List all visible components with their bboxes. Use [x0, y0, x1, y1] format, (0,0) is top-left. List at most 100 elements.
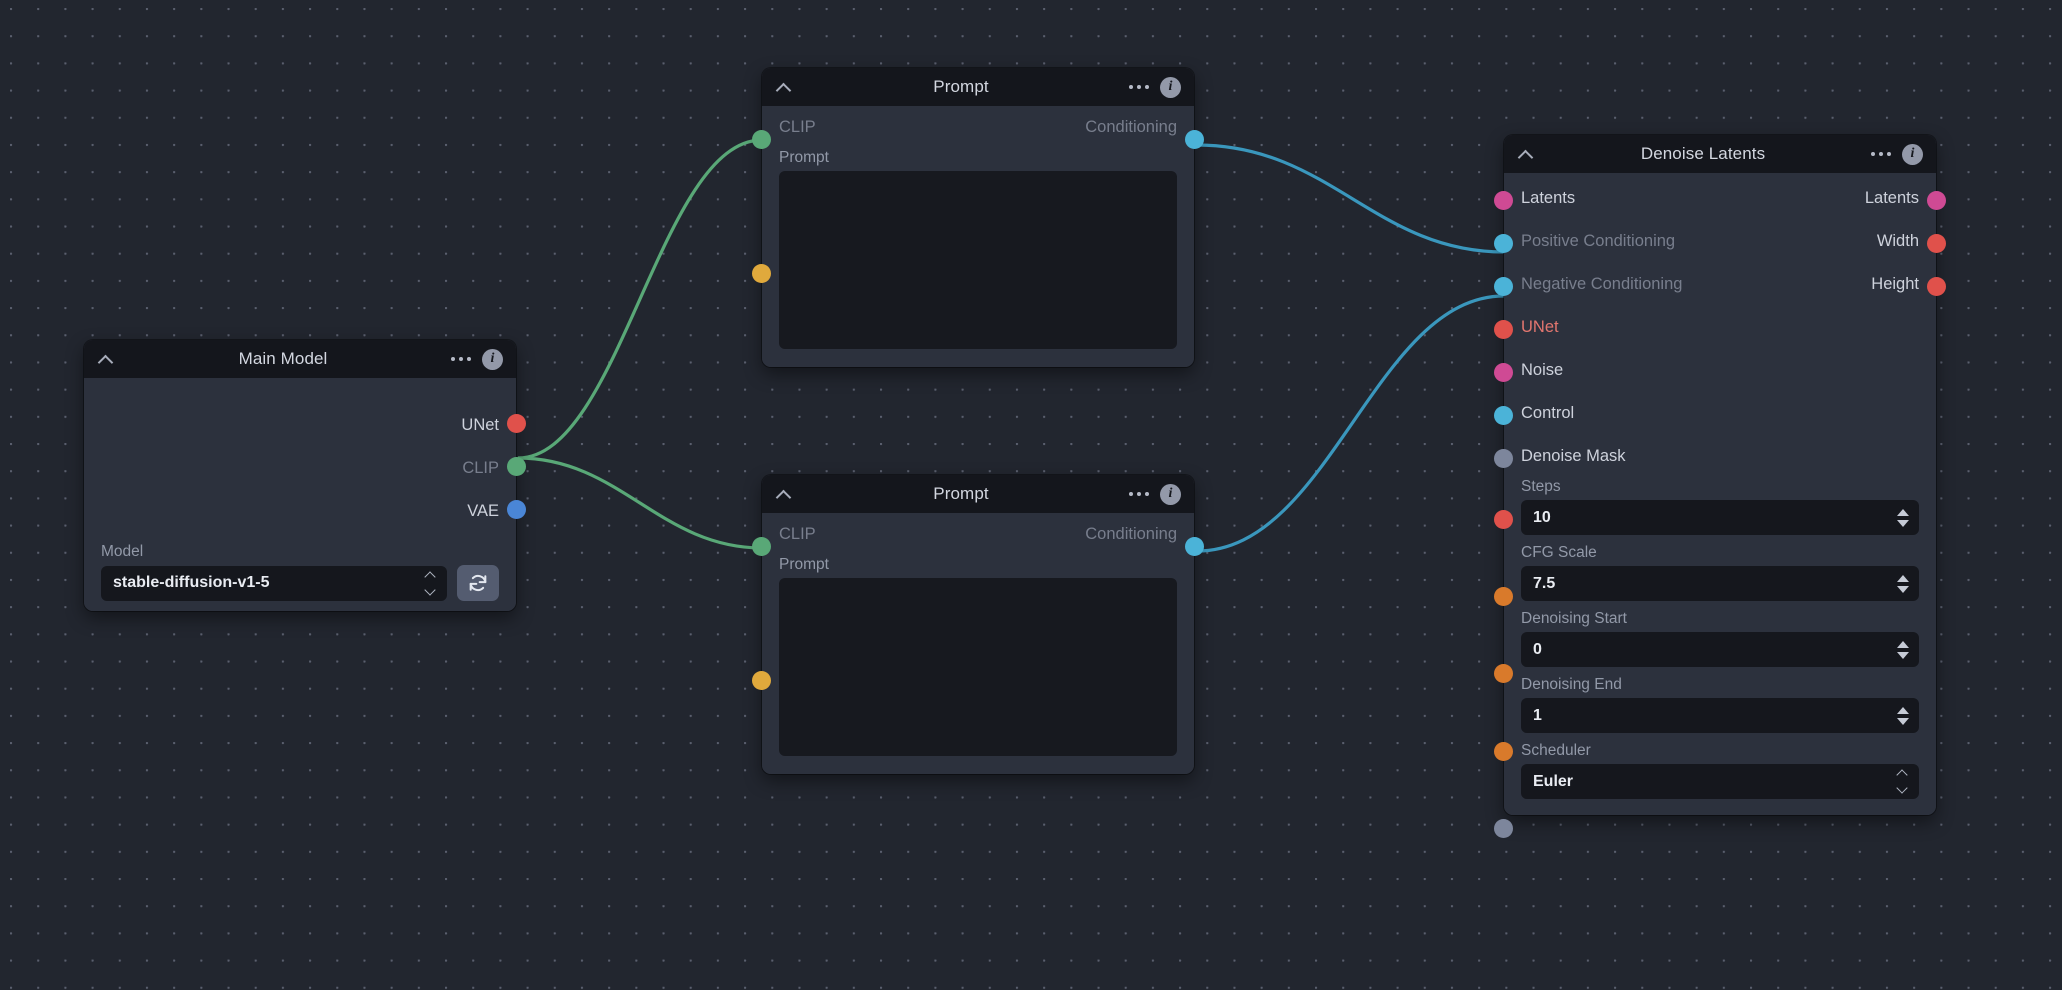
field-value-steps: 10 [1533, 508, 1551, 526]
port-output-conditioning[interactable] [1185, 537, 1204, 556]
port-input-prompt[interactable] [752, 671, 771, 690]
port-input-unet[interactable] [1494, 320, 1513, 339]
input-row-noise: Noise [1504, 349, 1936, 392]
input-label-positive-conditioning: Positive Conditioning [1521, 232, 1676, 250]
node-prompt-negative[interactable]: Prompt i CLIP Conditioning Prompt [752, 475, 1204, 774]
dots-menu-icon[interactable] [1129, 485, 1149, 503]
field-input-denoising-end[interactable]: 1 [1521, 698, 1919, 733]
field-value-cfg-scale: 7.5 [1533, 574, 1556, 592]
field-label-denoising-end: Denoising End [1521, 676, 1622, 693]
field-value-denoising-start: 0 [1533, 640, 1542, 658]
node-body-prompt-negative: CLIP Conditioning Prompt [762, 513, 1194, 774]
io-row-negative-conditioning: Negative Conditioning Height [1504, 263, 1936, 306]
info-icon[interactable]: i [1160, 76, 1181, 98]
io-row-latents: Latents Latents [1504, 177, 1936, 220]
port-input-control[interactable] [1494, 406, 1513, 425]
model-field-label: Model [101, 543, 144, 560]
output-label-unet: UNet [461, 416, 499, 434]
stepper-icon[interactable] [1895, 637, 1911, 663]
output-label-vae: VAE [467, 502, 499, 520]
field-label-steps: Steps [1521, 478, 1561, 495]
field-input-denoising-start[interactable]: 0 [1521, 632, 1919, 667]
io-row-clip-conditioning: CLIP Conditioning [762, 106, 1194, 149]
output-label-conditioning: Conditioning [1085, 525, 1177, 543]
node-main-model[interactable]: Main Model i UNet CLIP VAE Model stable-… [84, 340, 526, 611]
field-label-denoising-start: Denoising Start [1521, 610, 1627, 627]
edge-clip-to-positive-prompt [517, 138, 763, 460]
port-input-denoise-mask[interactable] [1494, 449, 1513, 468]
edge-clip-to-negative-prompt [517, 456, 763, 550]
info-icon[interactable]: i [1160, 483, 1181, 505]
port-input-scheduler[interactable] [1494, 819, 1513, 838]
input-label-noise: Noise [1521, 361, 1564, 379]
input-label-latents: Latents [1521, 189, 1576, 207]
refresh-models-button[interactable] [457, 565, 499, 601]
field-input-cfg-scale[interactable]: 7.5 [1521, 566, 1919, 601]
model-select-value: stable-diffusion-v1-5 [113, 574, 270, 591]
port-input-cfg-scale[interactable] [1494, 587, 1513, 606]
input-label-control: Control [1521, 404, 1575, 422]
node-graph-canvas[interactable]: Main Model i UNet CLIP VAE Model stable-… [0, 0, 2062, 990]
node-header-denoise-latents[interactable]: Denoise Latents i [1504, 135, 1936, 173]
port-output-conditioning[interactable] [1185, 130, 1204, 149]
field-input-scheduler[interactable]: Euler [1521, 764, 1919, 799]
node-title: Denoise Latents [1640, 144, 1766, 163]
port-output-height[interactable] [1927, 277, 1946, 296]
dots-menu-icon[interactable] [451, 350, 471, 368]
chevron-up-icon[interactable] [775, 78, 793, 96]
input-row-denoise-mask: Denoise Mask [1504, 435, 1936, 478]
field-value-scheduler: Euler [1533, 772, 1574, 790]
prompt-textarea[interactable] [779, 578, 1177, 756]
port-input-steps[interactable] [1494, 510, 1513, 529]
node-title: Prompt [933, 484, 989, 503]
port-input-prompt[interactable] [752, 264, 771, 283]
input-row-control: Control [1504, 392, 1936, 435]
node-header-main-model[interactable]: Main Model i [84, 340, 516, 378]
port-output-vae[interactable] [507, 500, 526, 519]
stepper-icon[interactable] [1895, 703, 1911, 729]
input-label-clip: CLIP [779, 525, 816, 543]
output-label-clip: CLIP [462, 459, 499, 477]
io-row-positive-conditioning: Positive Conditioning Width [1504, 220, 1936, 263]
node-body-main-model: UNet CLIP VAE Model stable-diffusion-v1-… [84, 378, 516, 611]
dots-menu-icon[interactable] [1871, 145, 1891, 163]
node-header-prompt-negative[interactable]: Prompt i [762, 475, 1194, 513]
port-output-latents[interactable] [1927, 191, 1946, 210]
node-title: Prompt [933, 77, 989, 96]
prompt-field-label: Prompt [779, 149, 829, 166]
port-output-width[interactable] [1927, 234, 1946, 253]
port-input-denoising-start[interactable] [1494, 664, 1513, 683]
port-output-clip[interactable] [507, 457, 526, 476]
input-row-unet: UNet [1504, 306, 1936, 349]
chevron-up-icon[interactable] [97, 350, 115, 368]
prompt-textarea[interactable] [779, 171, 1177, 349]
node-header-prompt-positive[interactable]: Prompt i [762, 68, 1194, 106]
model-select[interactable]: stable-diffusion-v1-5 [101, 565, 447, 601]
dots-menu-icon[interactable] [1129, 78, 1149, 96]
chevron-up-down-icon [1895, 769, 1909, 794]
input-label-unet: UNet [1521, 318, 1559, 336]
port-input-latents[interactable] [1494, 191, 1513, 210]
node-denoise-latents[interactable]: Denoise Latents i Latents Latents Positi… [1494, 135, 1946, 838]
info-icon[interactable]: i [1902, 143, 1923, 165]
port-input-clip[interactable] [752, 537, 771, 556]
port-input-negative-conditioning[interactable] [1494, 277, 1513, 296]
chevron-up-down-icon [423, 570, 437, 596]
chevron-up-icon[interactable] [775, 485, 793, 503]
chevron-up-icon[interactable] [1517, 145, 1535, 163]
port-output-unet[interactable] [507, 414, 526, 433]
field-label-scheduler: Scheduler [1521, 742, 1591, 759]
field-label-cfg-scale: CFG Scale [1521, 544, 1597, 561]
port-input-noise[interactable] [1494, 363, 1513, 382]
input-label-negative-conditioning: Negative Conditioning [1521, 275, 1683, 293]
port-input-clip[interactable] [752, 130, 771, 149]
field-input-steps[interactable]: 10 [1521, 500, 1919, 535]
stepper-icon[interactable] [1895, 505, 1911, 531]
output-label-height: Height [1871, 275, 1919, 293]
node-prompt-positive[interactable]: Prompt i CLIP Conditioning Prompt [752, 68, 1204, 367]
port-input-denoising-end[interactable] [1494, 742, 1513, 761]
stepper-icon[interactable] [1895, 571, 1911, 597]
info-icon[interactable]: i [482, 348, 503, 370]
port-input-positive-conditioning[interactable] [1494, 234, 1513, 253]
field-value-denoising-end: 1 [1533, 706, 1542, 724]
